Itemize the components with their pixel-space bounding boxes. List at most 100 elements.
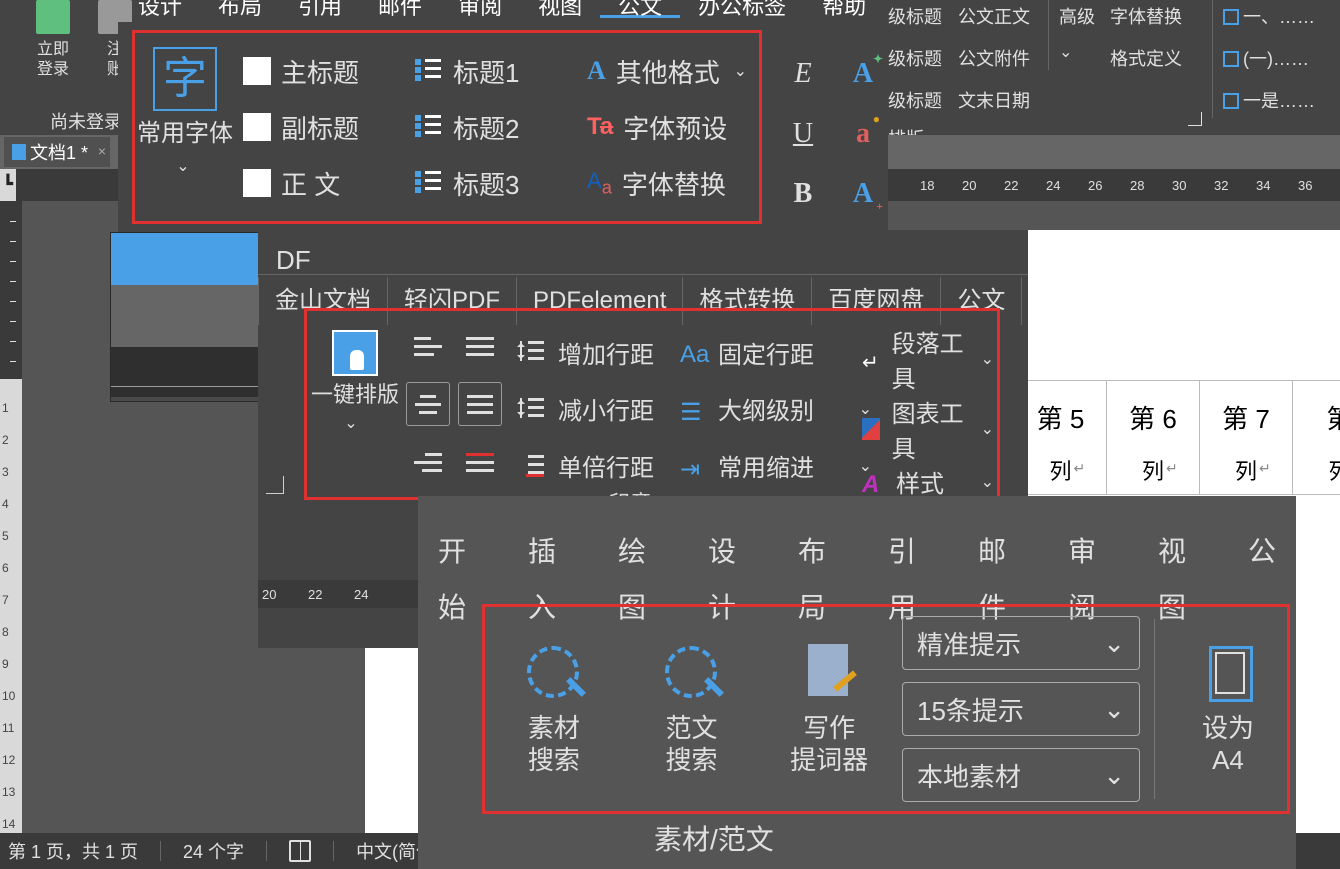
prompt-writer-btn[interactable]: 写作提词器	[760, 642, 898, 776]
font-replace-icon: Aa	[587, 168, 612, 198]
chevron-down-icon: ⌄	[981, 349, 994, 369]
fixed-spacing-btn[interactable]: Aa固定行距	[680, 335, 880, 370]
other-formats-btn[interactable]: A其他格式⌄	[583, 43, 755, 99]
chevron-down-icon: ⌄	[344, 415, 357, 432]
align-left-btn[interactable]	[406, 324, 450, 368]
p3-tab-draw[interactable]: 绘图	[598, 524, 688, 582]
gongwen-body[interactable]: 公文正文	[958, 0, 1030, 34]
close-icon[interactable]: ×	[98, 143, 106, 159]
heading2-btn[interactable]: 标题2	[411, 99, 583, 155]
align-justify-btn[interactable]	[458, 324, 502, 368]
status-words[interactable]: 24 个字	[183, 838, 244, 864]
paragraph-tools-btn[interactable]: 段落工具⌄	[862, 324, 1002, 394]
num-style-3[interactable]: 一是……	[1223, 84, 1315, 118]
p3-tab-start[interactable]: 开始	[418, 524, 508, 582]
font-grow-btn[interactable]: A✦	[853, 58, 873, 90]
table-col-8[interactable]: 第列	[1293, 380, 1340, 495]
font-replace-btn[interactable]: Aa字体替换	[583, 155, 755, 211]
outline-level-btn[interactable]: ☰大纲级别⌄	[680, 391, 880, 426]
tab-gongwen[interactable]: 公文	[600, 0, 680, 18]
heading3-btn[interactable]: 标题3	[411, 155, 583, 211]
letter-a-icon: A	[587, 56, 606, 86]
dialog-launcher-icon[interactable]	[1188, 112, 1202, 126]
dialog-launcher-icon[interactable]	[266, 476, 284, 494]
precision-select[interactable]: 精准提示⌄	[902, 616, 1140, 670]
p3-tab-ref[interactable]: 引用	[868, 524, 958, 582]
level-heading-1[interactable]: 级标题	[888, 0, 942, 34]
p3-tab-view[interactable]: 视图	[1138, 524, 1228, 582]
style-icon: A	[862, 471, 884, 493]
indent-icon: ⇥	[680, 455, 706, 477]
p3-tab-insert[interactable]: 插入	[508, 524, 598, 582]
navpane-header	[111, 233, 259, 285]
gongwen-attachment[interactable]: 公文附件	[958, 42, 1030, 76]
table-col-7[interactable]: 第 7列	[1200, 380, 1293, 495]
document-pen-icon	[802, 642, 856, 704]
p3-tab-mail[interactable]: 邮件	[958, 524, 1048, 582]
main-title-btn[interactable]: 主标题	[239, 43, 411, 99]
align-distribute-btn[interactable]	[458, 382, 502, 426]
ruler-numbers: 18202224262830323436	[920, 169, 1340, 201]
p3-tab-layout[interactable]: 布局	[778, 524, 868, 582]
page-icon	[1201, 642, 1255, 704]
tab-layout[interactable]: 布局	[200, 0, 280, 18]
p3-tab-design[interactable]: 设计	[688, 524, 778, 582]
material-search-btn[interactable]: 素材搜索	[485, 642, 623, 776]
common-fonts-button[interactable]: 字 常用字体⌄	[135, 33, 235, 221]
set-a4-btn[interactable]: 设为A4	[1169, 642, 1287, 776]
tab-mail[interactable]: 邮件	[360, 0, 440, 18]
subtitle-btn[interactable]: 副标题	[239, 99, 411, 155]
level-heading-2[interactable]: 级标题	[888, 42, 942, 76]
font-color-btn[interactable]: a●	[856, 118, 870, 150]
clear-format-btn[interactable]: E	[794, 58, 811, 90]
body-text-btn[interactable]: 正 文	[239, 155, 411, 211]
status-pages[interactable]: 第 1 页，共 1 页	[8, 838, 138, 864]
table-col-6[interactable]: 第 6列	[1107, 380, 1200, 495]
list-icon	[1223, 51, 1239, 67]
vertical-ruler-margin[interactable]	[0, 201, 22, 379]
font-preset-btn[interactable]: Ta字体预设	[583, 99, 755, 155]
level-heading-3[interactable]: 级标题	[888, 84, 942, 118]
tab-references[interactable]: 引用	[280, 0, 360, 18]
common-indent-btn[interactable]: ⇥常用缩进⌄	[680, 448, 880, 483]
count-select[interactable]: 15条提示⌄	[902, 682, 1140, 736]
num-style-1[interactable]: 一、……	[1223, 0, 1315, 34]
align-center-btn[interactable]	[406, 382, 450, 426]
font-replace-btn[interactable]: 字体替换	[1110, 0, 1182, 34]
login-now-button[interactable]: 立即 登录	[33, 0, 73, 80]
align-right-btn[interactable]	[406, 440, 450, 484]
navpane-body	[111, 285, 259, 347]
material-group-label: 素材/范文	[654, 818, 774, 858]
tab-help[interactable]: 帮助	[804, 0, 884, 18]
list-icon	[1223, 93, 1239, 109]
navigation-pane[interactable]	[110, 232, 260, 402]
chart-tools-btn[interactable]: 图表工具⌄	[862, 394, 1002, 464]
styles-btn[interactable]: A样式⌄	[862, 464, 1002, 499]
heading1-btn[interactable]: 标题1	[411, 43, 583, 99]
source-select[interactable]: 本地素材⌄	[902, 748, 1140, 802]
alignment-buttons	[406, 324, 506, 494]
return-icon	[862, 348, 880, 370]
vertical-ruler[interactable]: 1 2 3 4 5 6 7 8 9 10 11 12 13 14	[0, 379, 22, 833]
p3-tab-review[interactable]: 审阅	[1048, 524, 1138, 582]
tab-officetags[interactable]: 办公标签	[680, 0, 804, 18]
gongwen-date[interactable]: 文末日期	[958, 84, 1030, 118]
format-define-btn[interactable]: 格式定义	[1110, 42, 1182, 76]
one-click-typeset-btn[interactable]: 一键排版 ⌄	[310, 330, 400, 437]
sample-search-btn[interactable]: 范文搜索	[623, 642, 761, 776]
document-tab[interactable]: 文档1 * ×	[4, 137, 110, 167]
bold-btn[interactable]: B	[794, 178, 813, 210]
p3-tab-gong[interactable]: 公	[1228, 524, 1296, 582]
num-style-2[interactable]: (一)……	[1223, 42, 1315, 76]
advanced-label: 高级	[1059, 7, 1095, 27]
underline-btn[interactable]: U	[793, 118, 813, 150]
font-shrink-btn[interactable]: A+	[853, 178, 873, 210]
align-special-btn[interactable]	[458, 440, 502, 484]
advanced-btn[interactable]: 高级 ⌄	[1059, 0, 1095, 70]
tab-review[interactable]: 审阅	[440, 0, 520, 18]
book-icon[interactable]	[289, 840, 311, 862]
chevron-down-icon: ⌄	[1103, 760, 1125, 791]
font-styles-panel: 字 常用字体⌄ 主标题 标题1 A其他格式⌄ 副标题 标题2 Ta字体预设 正 …	[118, 22, 888, 232]
list-icon	[415, 169, 443, 197]
tab-view[interactable]: 视图	[520, 0, 600, 18]
